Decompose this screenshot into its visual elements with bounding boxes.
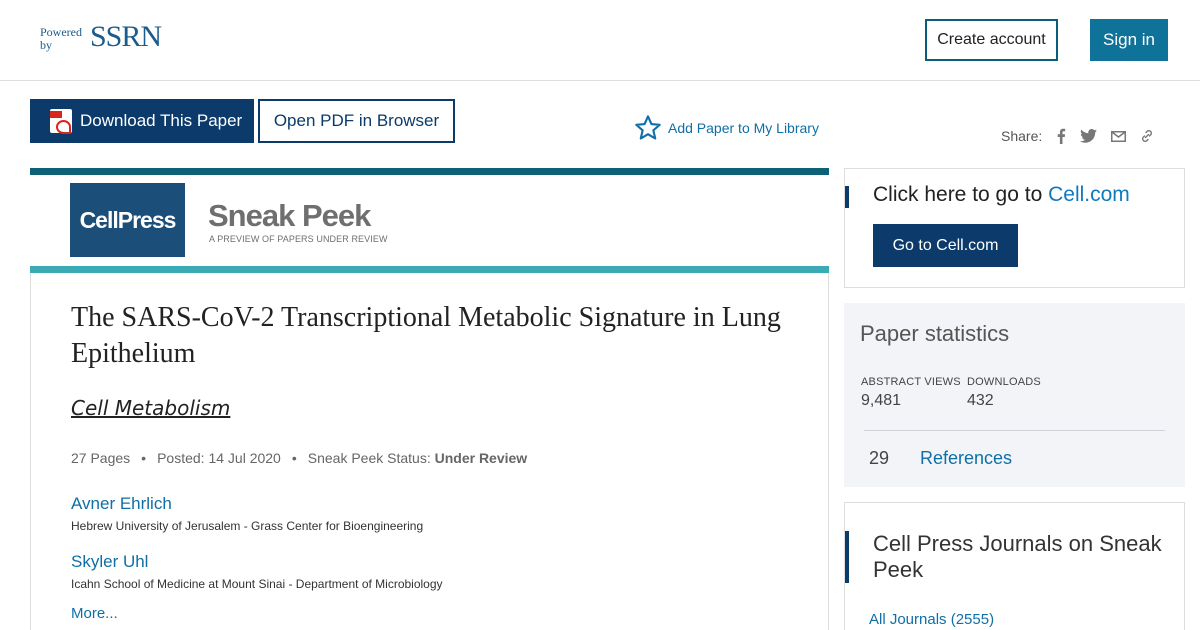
accent-bar [845,186,849,208]
all-journals-link[interactable]: All Journals (2555) [869,611,994,628]
paper-meta: 27 Pages • Posted: 14 Jul 2020 • Sneak P… [71,450,527,466]
posted-date: Posted: 14 Jul 2020 [157,450,281,466]
sneak-peek-subtitle: A PREVIEW OF PAPERS UNDER REVIEW [209,234,388,244]
journals-box: Cell Press Journals on Sneak Peek All Jo… [844,502,1185,630]
pdf-icon [50,109,72,134]
logo-powered-text: Powered by [40,25,82,52]
references-count: 29 [869,448,890,468]
status-label: Sneak Peek Status: [307,450,431,466]
paper-title: The SARS-CoV-2 Transcriptional Metabolic… [71,302,781,369]
journal-link[interactable]: Cell Metabolism [71,396,230,420]
abstract-views-value: 9,481 [861,392,902,409]
references-link[interactable]: References [920,448,1012,469]
facebook-icon[interactable] [1056,128,1066,144]
logo-brand-text: SSRN [90,20,162,53]
card-top-bar [30,168,829,175]
add-to-library-link[interactable]: Add Paper to My Library [634,114,819,142]
journals-title: Cell Press Journals on Sneak Peek [873,531,1162,582]
separator-dot: • [291,450,297,466]
site-header: Powered by SSRN Create account Sign in [0,0,1200,81]
share-bar: Share: [1001,128,1154,144]
cell-prompt-text: Click here to go to [873,183,1043,206]
ssrn-logo[interactable]: Powered by SSRN [40,20,162,53]
download-paper-button[interactable]: Download This Paper [30,99,254,143]
go-to-cell-button[interactable]: Go to Cell.com [873,224,1018,267]
link-icon[interactable] [1140,129,1154,143]
author-link[interactable]: Skyler Uhl [71,552,148,572]
share-label: Share: [1001,128,1043,144]
stats-title: Paper statistics [860,321,1010,346]
star-icon [635,115,661,140]
cell-com-link[interactable]: Cell.com [1048,183,1130,206]
banner-divider [30,266,829,273]
cell-link-box: Click here to go to Cell.com Go to Cell.… [844,168,1185,288]
create-account-button[interactable]: Create account [925,19,1058,61]
stats-divider [864,430,1165,431]
status-value: Under Review [434,450,528,466]
cell-prompt: Click here to go to Cell.com [873,183,1130,207]
more-authors-link[interactable]: More... [71,605,118,622]
abstract-views-label: ABSTRACT VIEWS [861,376,961,388]
download-label: Download This Paper [80,111,243,130]
page-count: 27 Pages [71,450,131,466]
accent-bar [845,531,849,583]
sneak-peek-title: Sneak Peek [208,198,371,233]
add-library-label: Add Paper to My Library [668,120,819,136]
separator-dot: • [141,450,147,466]
downloads-label: DOWNLOADS [967,376,1041,388]
email-icon[interactable] [1111,130,1127,142]
cellpress-logo: CellPress [70,183,185,257]
author-affiliation: Icahn School of Medicine at Mount Sinai … [71,577,443,591]
author-link[interactable]: Avner Ehrlich [71,494,172,514]
sign-in-button[interactable]: Sign in [1090,19,1168,61]
open-pdf-button[interactable]: Open PDF in Browser [258,99,455,143]
twitter-icon[interactable] [1080,129,1098,143]
downloads-value: 432 [967,392,994,409]
author-affiliation: Hebrew University of Jerusalem - Grass C… [71,519,424,533]
paper-statistics: Paper statistics ABSTRACT VIEWS 9,481 DO… [844,303,1185,487]
